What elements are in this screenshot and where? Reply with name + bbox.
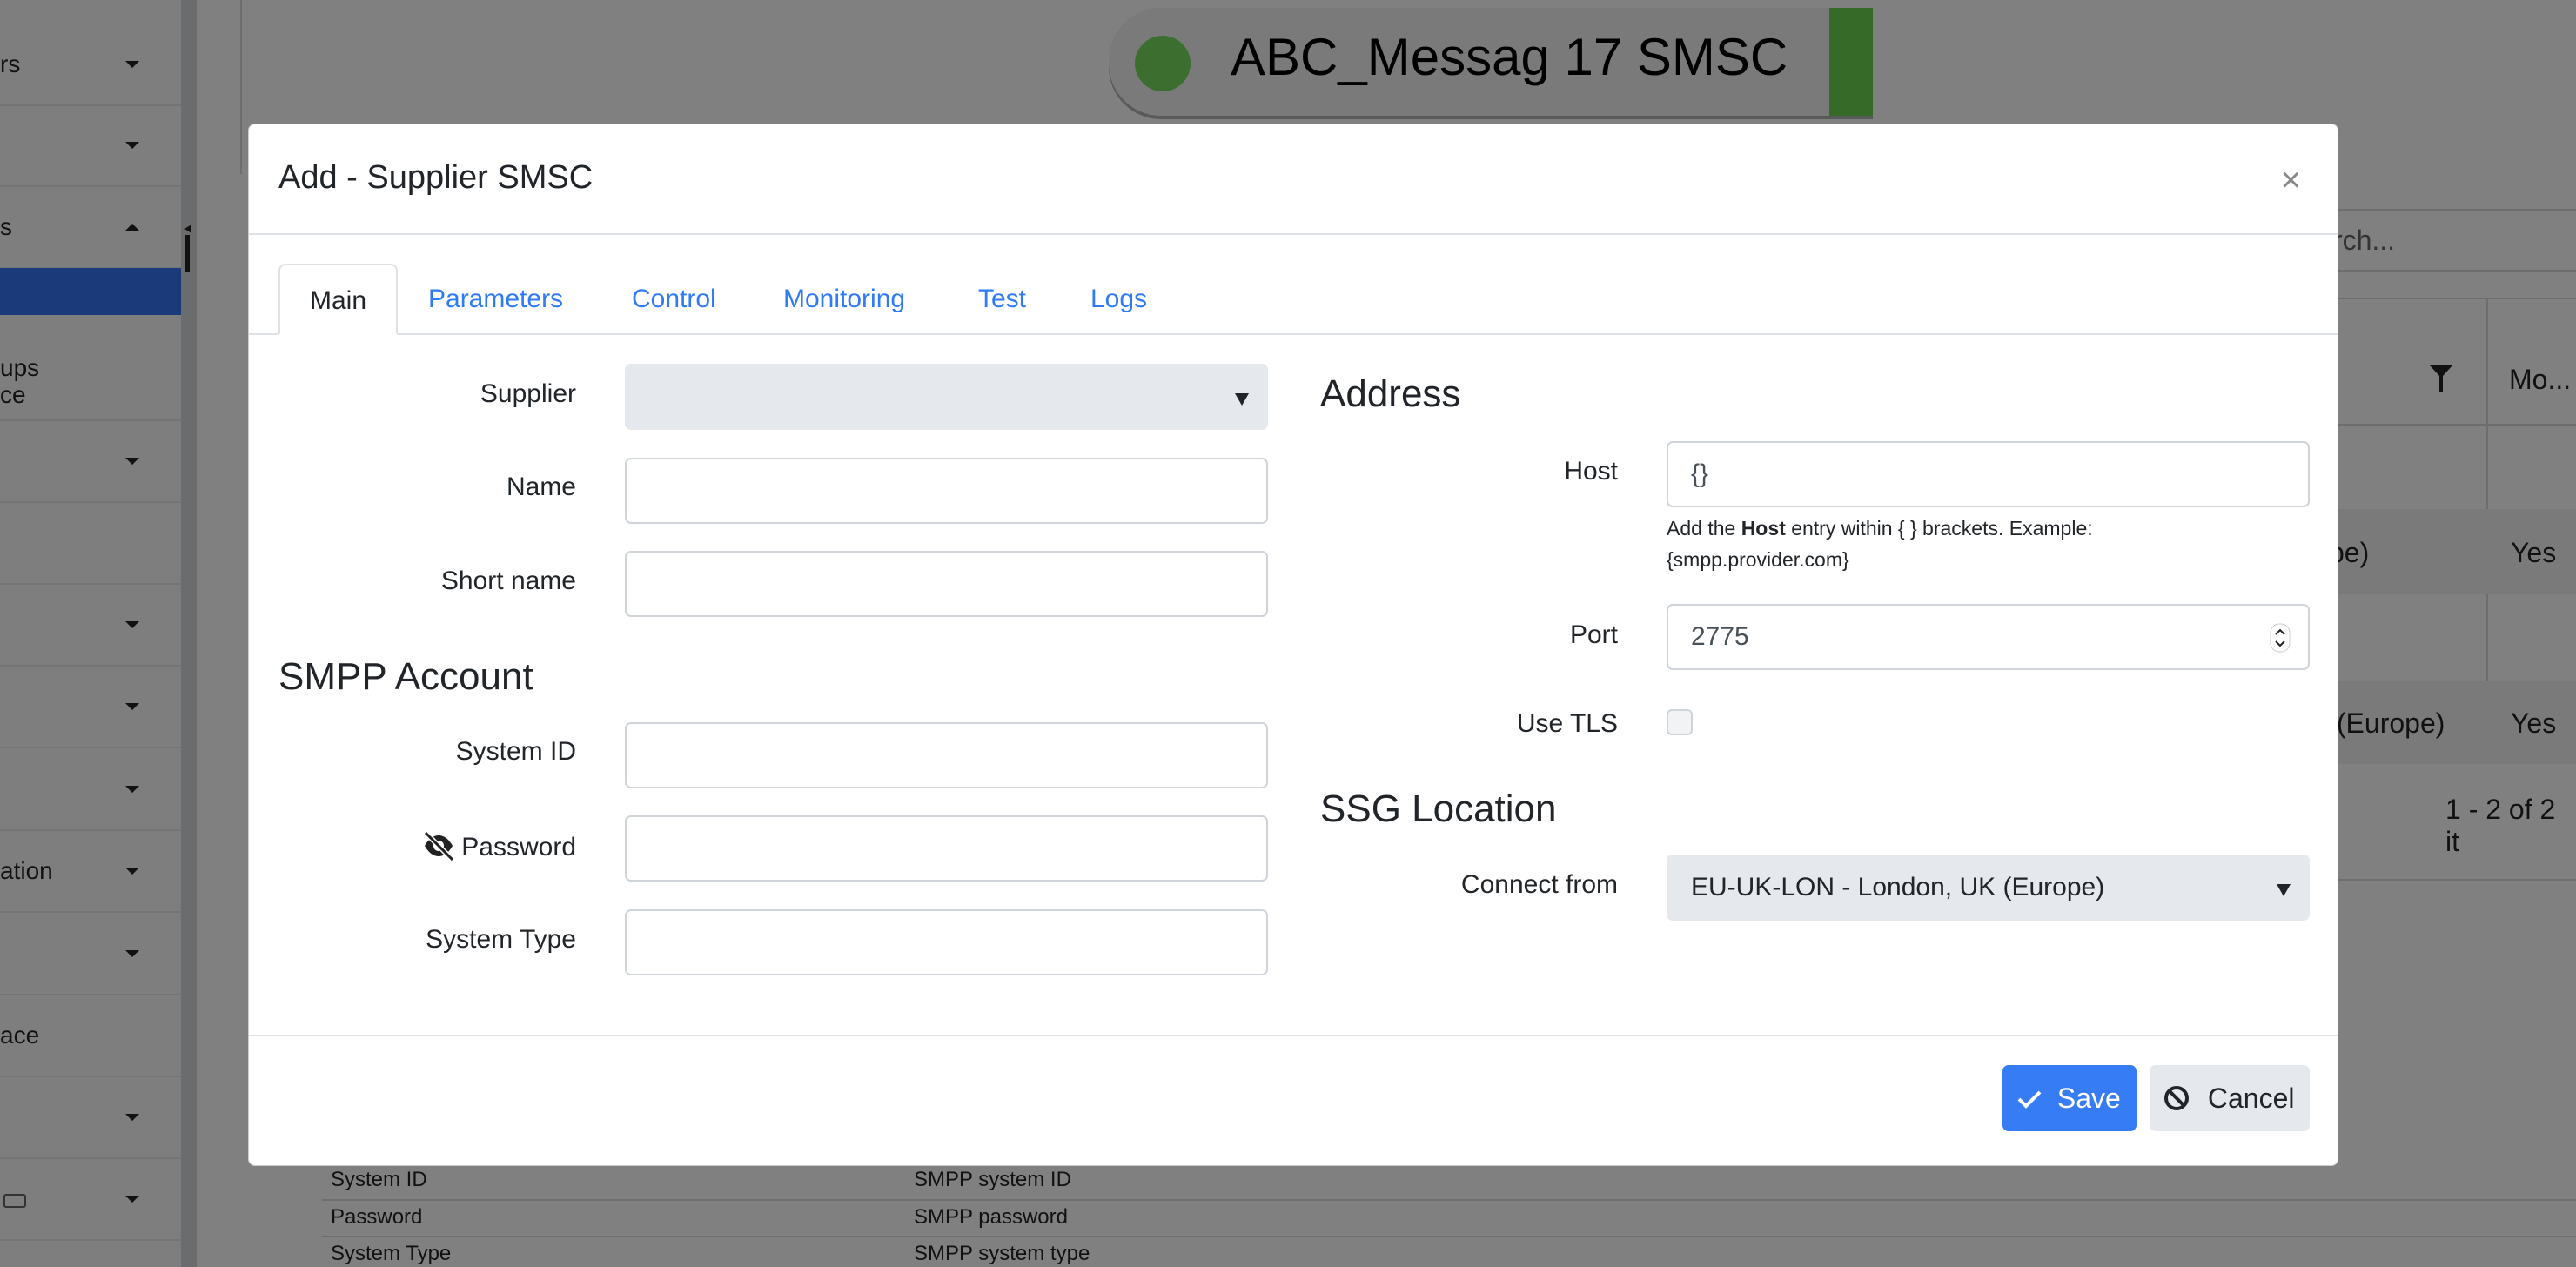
sidebar-item-label: ace (0, 1022, 40, 1049)
sidebar-item[interactable] (0, 1077, 181, 1159)
status-bar (1829, 8, 1873, 116)
chevron-up-icon (125, 224, 139, 231)
search-input[interactable]: Search... (2284, 209, 2576, 272)
tab-test[interactable]: Test (978, 264, 1026, 335)
port-label: Port (1569, 620, 1618, 649)
table-row[interactable]: pe) Yes (2329, 509, 2576, 594)
pagination-info: 1 - 2 of 2 it (2445, 794, 2556, 857)
sidebar-item-label: rs (0, 50, 21, 77)
smsc-name: ABC_Messag 17 SMSC (1231, 28, 1788, 86)
tab-main[interactable]: Main (278, 264, 398, 335)
use-tls-checkbox[interactable] (1667, 709, 1693, 735)
sidebar-item[interactable]: ce (0, 315, 181, 421)
sidebar-item[interactable] (0, 914, 181, 996)
sidebar-item-label: ce (0, 381, 26, 408)
sidebar-item-label: ation (0, 857, 53, 884)
host-input[interactable]: {} (1667, 441, 2310, 507)
sidebar-item[interactable]: ace (0, 996, 181, 1077)
chevron-down-icon (125, 142, 139, 149)
chevron-down-icon (125, 1114, 139, 1121)
drag-handle-icon (185, 235, 190, 272)
short-name-input[interactable] (625, 551, 1268, 617)
chevron-down-icon (125, 458, 139, 465)
short-name-label: Short name (440, 566, 576, 595)
name-input[interactable] (625, 458, 1268, 524)
password-label: Password (249, 830, 576, 862)
collapse-arrow-icon (184, 225, 191, 233)
number-stepper-icon[interactable] (2270, 623, 2291, 653)
system-type-input[interactable] (625, 909, 1268, 975)
filter-icon[interactable] (2430, 365, 2452, 392)
divider (249, 233, 2338, 235)
smsc-status-pill: ABC_Messag 17 SMSC (1109, 8, 1873, 116)
system-type-label: System Type (426, 925, 576, 954)
sidebar-item[interactable] (0, 749, 181, 831)
chevron-down-icon (125, 950, 139, 957)
sidebar-item[interactable] (0, 585, 181, 667)
use-tls-label: Use TLS (1516, 709, 1618, 738)
password-input[interactable] (625, 815, 1268, 882)
sidebar-item-selected[interactable] (0, 268, 181, 315)
parameters-table: System ID SMPP system ID Password SMPP p… (322, 1166, 2576, 1267)
ban-icon (2164, 1086, 2189, 1110)
sidebar-item[interactable] (0, 667, 181, 748)
dialog-title: Add - Supplier SMSC (278, 159, 594, 196)
sidebar-item[interactable] (0, 105, 181, 187)
supplier-select[interactable] (625, 364, 1268, 430)
check-icon (2017, 1090, 2042, 1109)
add-supplier-smsc-dialog: Add - Supplier SMSC × Main Parameters Co… (248, 124, 2338, 1166)
sidebar-item-label: s (0, 213, 12, 240)
ssg-location-heading: SSG Location (1320, 788, 1557, 830)
eye-slash-icon[interactable] (421, 830, 456, 862)
connect-from-label: Connect from (1460, 870, 1618, 899)
table-row[interactable]: y (Europe) Yes (2315, 681, 2576, 764)
tab-logs[interactable]: Logs (1090, 264, 1147, 335)
sidebar-item[interactable]: rs (0, 24, 181, 106)
supplier-label: Supplier (480, 379, 576, 408)
chevron-down-icon (125, 621, 139, 628)
sidebar-collapse-handle[interactable] (181, 0, 197, 1267)
sidebar-item[interactable] (0, 1159, 181, 1241)
host-help-text: Add the Host entry within { } brackets. … (1667, 517, 2093, 571)
cancel-button[interactable]: Cancel (2150, 1065, 2310, 1131)
save-button[interactable]: Save (2002, 1065, 2137, 1131)
chevron-down-icon (125, 786, 139, 793)
smpp-account-heading: SMPP Account (278, 655, 533, 698)
system-id-input[interactable] (625, 722, 1268, 788)
chevron-down-icon (1235, 393, 1249, 406)
divider (240, 0, 242, 174)
system-id-label: System ID (455, 737, 576, 766)
lock-icon (3, 1194, 26, 1208)
chevron-down-icon (125, 61, 139, 68)
chevron-down-icon (125, 1196, 139, 1203)
chevron-down-icon (2277, 884, 2291, 896)
address-heading: Address (1320, 372, 1461, 415)
host-label: Host (1564, 457, 1618, 486)
tab-parameters[interactable]: Parameters (428, 264, 563, 335)
close-icon[interactable]: × (2281, 163, 2301, 198)
sidebar-item[interactable]: ation (0, 831, 181, 913)
connect-from-select[interactable]: EU-UK-LON - London, UK (Europe) (1667, 855, 2310, 921)
sidebar-item[interactable] (0, 503, 181, 585)
sidebar-item[interactable]: s (0, 187, 181, 269)
chevron-down-icon (125, 868, 139, 875)
sidebar-item[interactable] (0, 421, 181, 503)
footer-divider (249, 1035, 2338, 1036)
name-label: Name (506, 473, 576, 501)
chevron-down-icon (125, 703, 139, 710)
sidebar: rs s ups ce ation ace (0, 0, 181, 1267)
status-dot-icon (1135, 36, 1191, 91)
tab-monitoring[interactable]: Monitoring (783, 264, 905, 335)
port-input[interactable]: 2775 (1667, 604, 2310, 670)
tab-control[interactable]: Control (632, 264, 716, 335)
